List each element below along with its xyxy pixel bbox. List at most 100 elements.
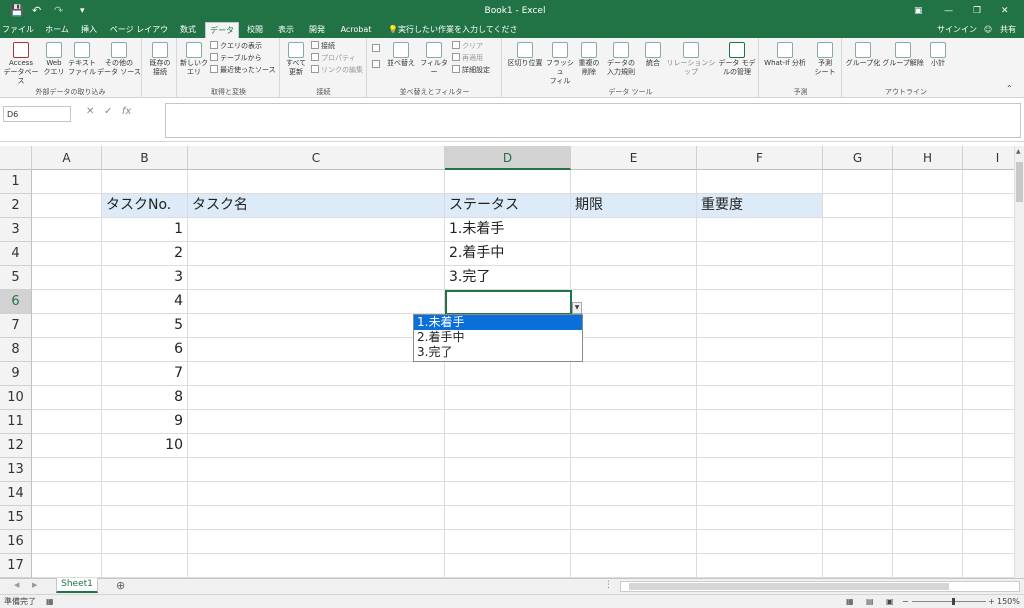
cell-i14[interactable] xyxy=(963,482,1018,506)
column-header-a[interactable]: A xyxy=(32,146,102,170)
data-validation-button[interactable]: データの 入力規則 xyxy=(603,42,639,77)
cell-d12[interactable] xyxy=(445,434,571,458)
cell-e4[interactable] xyxy=(571,242,697,266)
page-layout-view-icon[interactable]: ▤ xyxy=(866,595,874,608)
cell-b1[interactable] xyxy=(102,170,188,194)
cell-h12[interactable] xyxy=(893,434,963,458)
horizontal-scroll-thumb[interactable] xyxy=(629,583,949,590)
cell-i4[interactable] xyxy=(963,242,1018,266)
row-header-16[interactable]: 16 xyxy=(0,530,32,554)
sheet-prev-icon[interactable]: ◀ xyxy=(14,581,19,589)
enter-icon[interactable]: ✓ xyxy=(104,106,112,117)
scroll-up-icon[interactable]: ▲ xyxy=(1016,148,1021,155)
row-header-4[interactable]: 4 xyxy=(0,242,32,266)
cell-i8[interactable] xyxy=(963,338,1018,362)
cell-h15[interactable] xyxy=(893,506,963,530)
cell-f4[interactable] xyxy=(697,242,823,266)
cell-i15[interactable] xyxy=(963,506,1018,530)
cell-f6[interactable] xyxy=(697,290,823,314)
cell-g15[interactable] xyxy=(823,506,893,530)
cell-a10[interactable] xyxy=(32,386,102,410)
column-header-d[interactable]: D xyxy=(445,146,571,170)
advanced-button[interactable]: 詳細設定 xyxy=(452,65,490,75)
cell-b16[interactable] xyxy=(102,530,188,554)
access-button[interactable]: Access データベース xyxy=(2,42,40,86)
normal-view-icon[interactable]: ▦ xyxy=(846,595,854,608)
text-to-columns-button[interactable]: 区切り位置 xyxy=(505,42,545,68)
cell-b15[interactable] xyxy=(102,506,188,530)
cell-h13[interactable] xyxy=(893,458,963,482)
cell-i17[interactable] xyxy=(963,554,1018,578)
cell-d14[interactable] xyxy=(445,482,571,506)
cell-e7[interactable] xyxy=(571,314,697,338)
cell-i3[interactable] xyxy=(963,218,1018,242)
cancel-icon[interactable]: ✕ xyxy=(86,106,94,117)
cell-f16[interactable] xyxy=(697,530,823,554)
cell-b11[interactable]: 9 xyxy=(102,410,188,434)
forecast-sheet-button[interactable]: 予測 シート xyxy=(810,42,840,77)
recent-sources-button[interactable]: 最近使ったソース xyxy=(210,65,276,75)
cell-g9[interactable] xyxy=(823,362,893,386)
tab-insert[interactable]: 挿入 xyxy=(76,22,102,38)
cell-e3[interactable] xyxy=(571,218,697,242)
cell-d11[interactable] xyxy=(445,410,571,434)
cell-b9[interactable]: 7 xyxy=(102,362,188,386)
cell-e16[interactable] xyxy=(571,530,697,554)
relationships-button[interactable]: リレーションシップ xyxy=(665,42,717,77)
cell-c13[interactable] xyxy=(188,458,445,482)
tab-file[interactable]: ファイル xyxy=(2,22,34,38)
cell-a11[interactable] xyxy=(32,410,102,434)
ribbon-display-icon[interactable]: ▣ xyxy=(914,0,923,22)
cell-a17[interactable] xyxy=(32,554,102,578)
zoom-slider-thumb[interactable] xyxy=(952,598,955,605)
cell-c9[interactable] xyxy=(188,362,445,386)
cell-f12[interactable] xyxy=(697,434,823,458)
cell-c12[interactable] xyxy=(188,434,445,458)
tab-home[interactable]: ホーム xyxy=(42,22,72,38)
web-query-button[interactable]: Web クエリ xyxy=(41,42,67,77)
cell-e15[interactable] xyxy=(571,506,697,530)
cell-c3[interactable] xyxy=(188,218,445,242)
cell-i7[interactable] xyxy=(963,314,1018,338)
cell-c8[interactable] xyxy=(188,338,445,362)
cell-a3[interactable] xyxy=(32,218,102,242)
qat-customize-icon[interactable]: ▾ xyxy=(80,0,85,22)
cell-b10[interactable]: 8 xyxy=(102,386,188,410)
vertical-scrollbar[interactable]: ▲ xyxy=(1014,146,1024,578)
cell-g1[interactable] xyxy=(823,170,893,194)
cell-e2[interactable]: 期限 xyxy=(571,194,697,218)
cell-f11[interactable] xyxy=(697,410,823,434)
dropdown-option[interactable]: 3.完了 xyxy=(414,345,582,360)
cell-c2[interactable]: タスク名 xyxy=(188,194,445,218)
cell-d17[interactable] xyxy=(445,554,571,578)
cell-e13[interactable] xyxy=(571,458,697,482)
cell-a7[interactable] xyxy=(32,314,102,338)
cell-c5[interactable] xyxy=(188,266,445,290)
column-header-f[interactable]: F xyxy=(697,146,823,170)
tab-review[interactable]: 校閲 xyxy=(242,22,268,38)
cell-a5[interactable] xyxy=(32,266,102,290)
from-table-button[interactable]: テーブルから xyxy=(210,53,262,63)
row-header-3[interactable]: 3 xyxy=(0,218,32,242)
cell-f15[interactable] xyxy=(697,506,823,530)
other-sources-button[interactable]: その他の データ ソース xyxy=(97,42,141,77)
cell-e5[interactable] xyxy=(571,266,697,290)
cell-h2[interactable] xyxy=(893,194,963,218)
flash-fill-button[interactable]: フラッシュ フィル xyxy=(545,42,575,86)
cell-h4[interactable] xyxy=(893,242,963,266)
row-header-14[interactable]: 14 xyxy=(0,482,32,506)
consolidate-button[interactable]: 統合 xyxy=(641,42,665,68)
cell-a2[interactable] xyxy=(32,194,102,218)
cell-d15[interactable] xyxy=(445,506,571,530)
cell-d9[interactable] xyxy=(445,362,571,386)
cell-a15[interactable] xyxy=(32,506,102,530)
cell-e11[interactable] xyxy=(571,410,697,434)
sort-za-icon[interactable] xyxy=(372,60,382,70)
cell-e8[interactable] xyxy=(571,338,697,362)
zoom-slider[interactable] xyxy=(912,598,986,605)
cell-d13[interactable] xyxy=(445,458,571,482)
cell-g4[interactable] xyxy=(823,242,893,266)
cell-i16[interactable] xyxy=(963,530,1018,554)
tab-formulas[interactable]: 数式 xyxy=(175,22,201,38)
sheet-tab-sheet1[interactable]: Sheet1 xyxy=(56,578,98,593)
